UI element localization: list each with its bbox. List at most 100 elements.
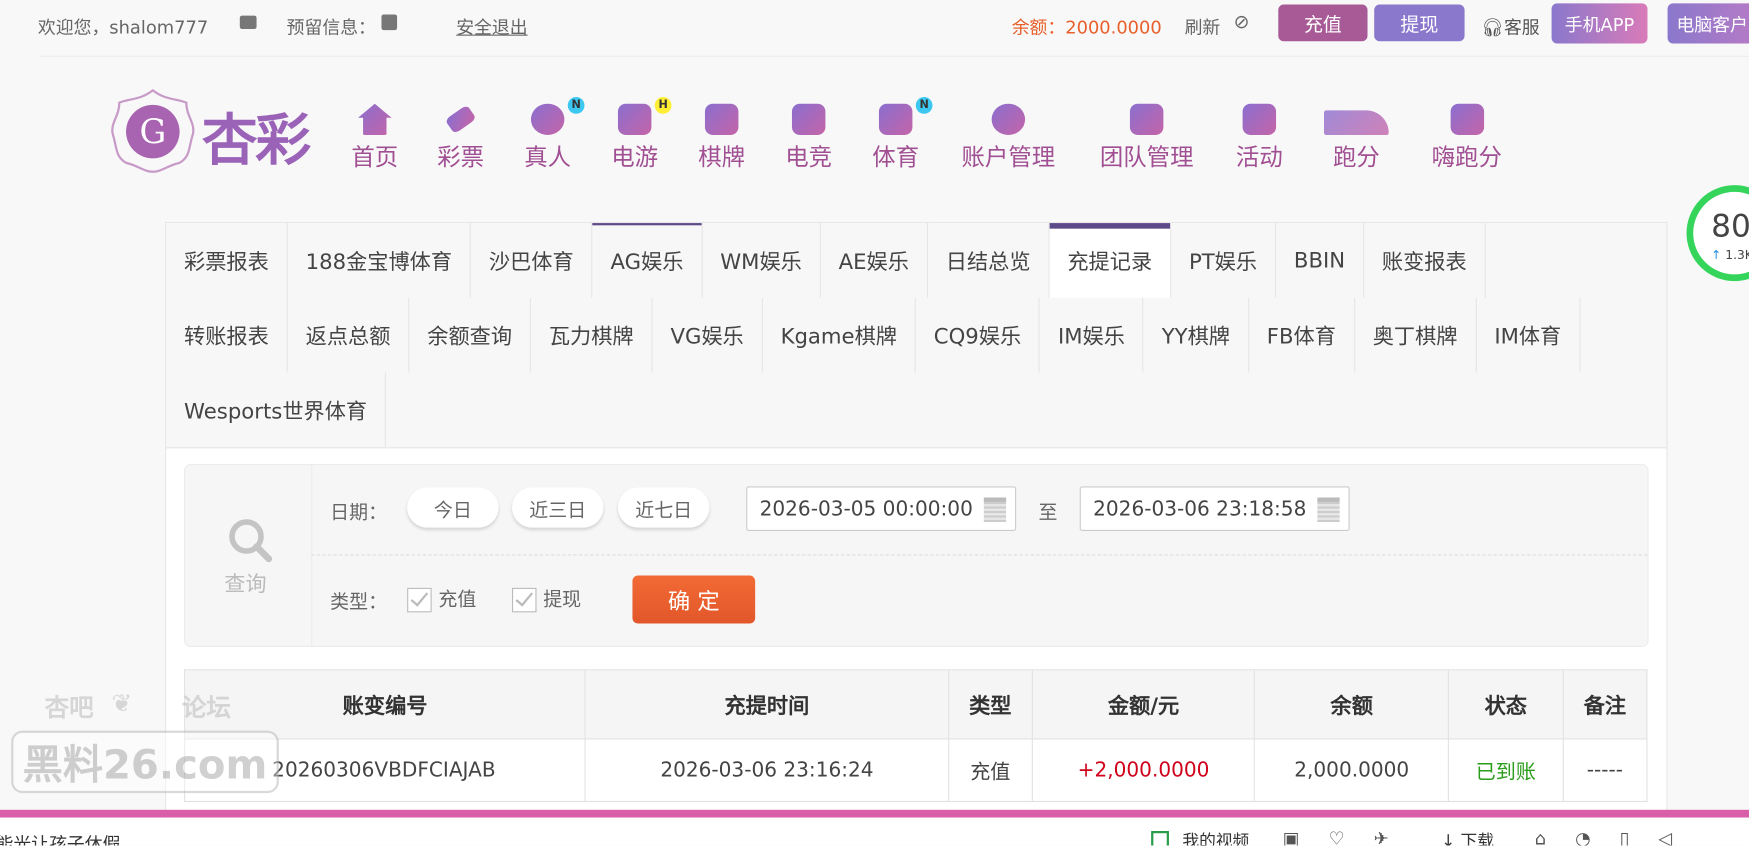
home-icon xyxy=(358,103,392,135)
confirm-button[interactable]: 确 定 xyxy=(632,575,756,624)
tab-9[interactable]: BBIN xyxy=(1276,223,1365,298)
nav-label: 团队管理 xyxy=(1099,143,1194,171)
nav-item-0[interactable]: 首页 xyxy=(351,95,398,173)
withdraw-button[interactable]: 提现 xyxy=(1374,4,1465,42)
table-cell: +2,000.0000 xyxy=(1031,738,1256,802)
report-tabs: 彩票报表 188金宝博体育 沙巴体育 AG娱乐 WM娱乐 AE娱乐 日结总览 充提记录 PT娱乐… xyxy=(166,223,1667,449)
tab-13[interactable]: 余额查询 xyxy=(409,297,531,373)
tab-14[interactable]: 瓦力棋牌 xyxy=(531,297,653,373)
edit-icon[interactable] xyxy=(381,14,398,31)
mobile-app-button[interactable]: 手机APP xyxy=(1551,3,1648,44)
nav-item-8[interactable]: 团队管理 xyxy=(1100,95,1194,173)
download-icon: ↓ xyxy=(1441,830,1456,846)
table-cell: 已到账 xyxy=(1448,738,1564,802)
gauge-sub: ↑ 1.3K xyxy=(1711,247,1749,263)
column-header: 类型 xyxy=(947,669,1033,740)
nav-item-4[interactable]: 棋牌 xyxy=(698,95,745,173)
column-header: 余额 xyxy=(1254,669,1450,740)
nav-label: 首页 xyxy=(351,143,399,171)
tab-4[interactable]: WM娱乐 xyxy=(702,223,821,298)
table-cell: ----- xyxy=(1562,738,1648,802)
nav-item-5[interactable]: 电竞 xyxy=(785,95,832,173)
tab-22[interactable]: IM体育 xyxy=(1476,297,1581,373)
refresh-label[interactable]: 刷新 xyxy=(1185,12,1221,39)
logout-link[interactable]: 安全退出 xyxy=(456,12,527,39)
nav-item-1[interactable]: 彩票 xyxy=(437,95,484,173)
start-date-input[interactable]: 2026-03-05 00:00:00 xyxy=(746,486,1017,531)
tab-18[interactable]: IM娱乐 xyxy=(1040,297,1144,373)
tab-12[interactable]: 返点总额 xyxy=(288,297,410,373)
column-header: 备注 xyxy=(1562,669,1648,740)
rhino-icon xyxy=(1324,110,1389,135)
nav-item-2[interactable]: N 真人 xyxy=(524,95,585,173)
seven-days-button[interactable]: 近七日 xyxy=(617,487,710,528)
nav-label: 真人 xyxy=(524,143,572,171)
balance-text: 余额：2000.0000 xyxy=(1011,16,1162,38)
mail-icon[interactable] xyxy=(239,15,257,30)
nav-item-7[interactable]: 账户管理 xyxy=(962,95,1055,173)
tab-17[interactable]: CQ9娱乐 xyxy=(916,297,1041,373)
today-button[interactable]: 今日 xyxy=(407,487,499,528)
toolbar-icons[interactable]: ▣♡✈ xyxy=(1283,828,1418,846)
table-cell: 2,000.0000 xyxy=(1254,738,1450,802)
nav-label: 嗨跑分 xyxy=(1431,143,1502,171)
logo-text: 杏彩 xyxy=(201,108,311,173)
column-header: 充提时间 xyxy=(584,669,949,740)
nav-label: 活动 xyxy=(1235,143,1283,171)
tab-19[interactable]: YY棋牌 xyxy=(1144,297,1249,373)
tab-11[interactable]: 转账报表 xyxy=(166,297,288,373)
calendar-icon[interactable] xyxy=(983,497,1007,523)
bottom-bar: 能光让孩子休假 我的视频 ▣♡✈ ↓ 下载 ⌂◔▯◁ xyxy=(0,817,1749,846)
nav-item-11[interactable]: 嗨跑分 xyxy=(1432,95,1502,173)
tab-10[interactable]: 账变报表 xyxy=(1364,223,1486,298)
table-cell: 充值 xyxy=(947,738,1033,802)
nav-label: 体育 xyxy=(872,143,920,171)
bottom-left-text: 能光让孩子休假 xyxy=(0,833,121,846)
live-dealer-icon xyxy=(530,103,565,135)
tab-6[interactable]: 日结总览 xyxy=(928,223,1050,298)
speed-gauge[interactable]: 80 ↑ 1.3K xyxy=(1686,185,1749,282)
nav-label: 跑分 xyxy=(1332,143,1380,171)
tab-15[interactable]: VG娱乐 xyxy=(653,297,763,373)
tab-3[interactable]: AG娱乐 xyxy=(592,223,703,298)
nav-item-9[interactable]: 活动 xyxy=(1236,95,1283,173)
calendar-icon[interactable] xyxy=(1317,497,1340,523)
end-date-input[interactable]: 2026-03-06 23:18:58 xyxy=(1079,486,1350,531)
tab-7[interactable]: 充提记录 xyxy=(1049,223,1172,298)
filter-divider xyxy=(311,554,1648,556)
nav-item-6[interactable]: N 体育 xyxy=(872,95,933,173)
three-days-button[interactable]: 近三日 xyxy=(511,487,604,528)
date-label: 日期： xyxy=(330,501,388,525)
gift-icon xyxy=(1242,103,1277,135)
report-panel: 彩票报表 188金宝博体育 沙巴体育 AG娱乐 WM娱乐 AE娱乐 日结总览 充提记录 PT娱乐… xyxy=(165,221,1668,846)
tab-23[interactable]: Wesports世界体育 xyxy=(166,372,387,448)
nav-label: 电游 xyxy=(611,143,659,171)
pc-client-button[interactable]: 电脑客户 xyxy=(1667,3,1749,44)
nav-item-3[interactable]: H 电游 xyxy=(611,95,672,173)
deposit-button[interactable]: 充值 xyxy=(1278,4,1368,42)
search-icon xyxy=(229,519,273,563)
tab-21[interactable]: 奥丁棋牌 xyxy=(1355,297,1477,373)
tab-16[interactable]: Kgame棋牌 xyxy=(763,297,916,373)
tab-20[interactable]: FB体育 xyxy=(1249,297,1355,373)
nav-item-10[interactable]: 跑分 xyxy=(1324,95,1389,173)
esports-icon xyxy=(791,103,826,135)
tab-5[interactable]: AE娱乐 xyxy=(821,223,928,298)
withdraw-checkbox[interactable]: 提现 xyxy=(511,583,581,613)
deposit-checkbox[interactable]: 充值 xyxy=(407,583,476,613)
welcome-text: 欢迎您，shalom777 xyxy=(37,16,209,38)
tab-1[interactable]: 188金宝博体育 xyxy=(288,223,472,298)
lottery-icon xyxy=(444,104,477,135)
gamepad-icon xyxy=(617,103,652,135)
tab-2[interactable]: 沙巴体育 xyxy=(471,223,593,298)
eye-slash-icon[interactable]: ⊘ xyxy=(1234,11,1250,33)
logo[interactable]: G 杏彩 xyxy=(108,87,333,174)
tab-8[interactable]: PT娱乐 xyxy=(1171,223,1277,298)
tab-0[interactable]: 彩票报表 xyxy=(166,223,288,298)
toolbar-icons-right[interactable]: ⌂◔▯◁ xyxy=(1535,828,1701,846)
my-video-link[interactable]: 我的视频 xyxy=(1182,829,1249,846)
service-link[interactable]: 🎧︎客服 xyxy=(1481,12,1539,39)
download-link[interactable]: ↓ 下载 xyxy=(1441,829,1494,846)
video-icon[interactable] xyxy=(1151,830,1169,846)
headset-icon: 🎧︎ xyxy=(1481,16,1504,38)
